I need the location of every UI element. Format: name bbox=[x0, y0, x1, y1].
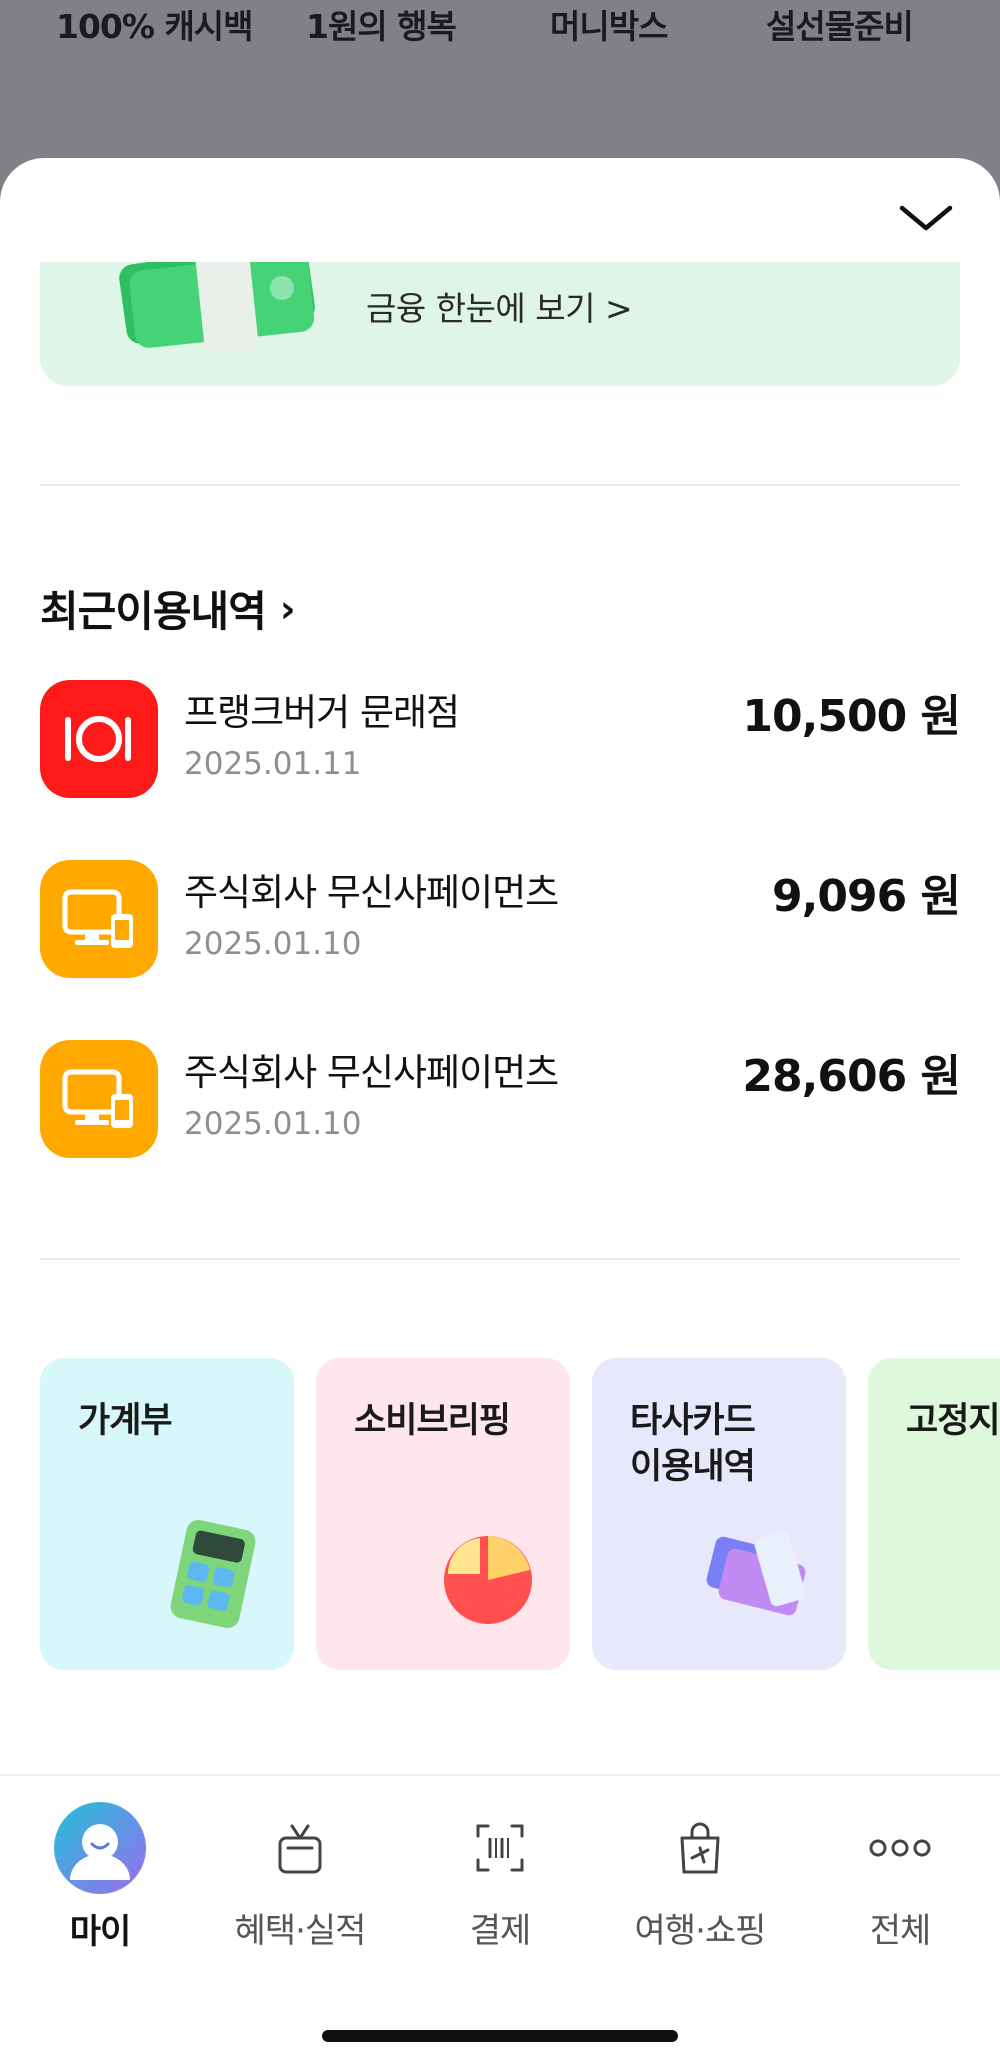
tab-label: 전체 bbox=[869, 1911, 932, 1951]
tab-label: 여행·쇼핑 bbox=[634, 1911, 767, 1951]
bg-menu-item: 100% 캐시백 bbox=[56, 7, 254, 46]
card-label: 소비브리핑 bbox=[354, 1401, 511, 1441]
merchant-name: 프랭크버거 문래점 bbox=[184, 691, 460, 734]
transaction-row[interactable]: 주식회사 무신사페이먼츠 2025.01.10 9,096 원 bbox=[40, 860, 961, 980]
section-title-text: 최근이용내역 bbox=[40, 587, 267, 636]
restaurant-icon bbox=[40, 680, 158, 798]
bottom-tab-bar: 마이 혜택·실적 결제 여행·쇼핑 전체 bbox=[0, 1774, 1000, 2060]
tab-label: 마이 bbox=[69, 1912, 132, 1952]
transaction-date: 2025.01.10 bbox=[184, 1106, 362, 1142]
online-payment-icon bbox=[40, 1040, 158, 1158]
transaction-amount: 9,096 원 bbox=[772, 871, 961, 922]
tab-travel-shopping[interactable]: 여행·쇼핑 bbox=[600, 1802, 800, 1952]
divider bbox=[40, 484, 960, 486]
gift-icon bbox=[254, 1802, 346, 1893]
online-payment-icon bbox=[40, 860, 158, 978]
barcode-scan-icon bbox=[454, 1802, 546, 1893]
card-label: 타사카드 이용내역 bbox=[630, 1401, 756, 1487]
chevron-down-icon[interactable] bbox=[896, 202, 956, 232]
tab-my[interactable]: 마이 bbox=[0, 1802, 200, 1952]
money-icon bbox=[970, 1514, 1000, 1634]
card-label: 가계부 bbox=[78, 1401, 173, 1441]
merchant-name: 주식회사 무신사페이먼츠 bbox=[184, 871, 559, 914]
bg-menu-item: 1원의 행복 bbox=[306, 7, 457, 46]
calculator-icon bbox=[170, 1520, 256, 1628]
card-receipt-icon bbox=[706, 1531, 806, 1616]
recent-transactions-title[interactable]: 최근이용내역 › bbox=[40, 578, 295, 639]
money-stack-icon bbox=[119, 262, 315, 352]
transaction-date: 2025.01.10 bbox=[184, 926, 362, 962]
card-label: 고정지 bbox=[906, 1401, 1000, 1441]
transaction-row[interactable]: 주식회사 무신사페이먼츠 2025.01.10 28,606 원 bbox=[40, 1040, 961, 1160]
bg-menu-item: 머니박스 bbox=[550, 7, 668, 46]
chevron-right-icon: › bbox=[279, 586, 296, 631]
card-fixed-expenses[interactable]: 고정지 bbox=[868, 1358, 1000, 1670]
tab-label: 결제 bbox=[469, 1911, 532, 1951]
home-indicator[interactable] bbox=[322, 2030, 678, 2042]
card-other-card-usage[interactable]: 타사카드 이용내역 bbox=[592, 1358, 846, 1670]
finance-overview-banner[interactable]: 금융 한눈에 보기 > bbox=[40, 262, 960, 386]
tab-payment[interactable]: 결제 bbox=[400, 1802, 600, 1952]
pie-chart-icon bbox=[444, 1536, 532, 1624]
tab-label: 혜택·실적 bbox=[234, 1911, 367, 1951]
tab-benefits[interactable]: 혜택·실적 bbox=[200, 1802, 400, 1952]
transaction-amount: 10,500 원 bbox=[742, 691, 961, 742]
finance-overview-link[interactable]: 금융 한눈에 보기 > bbox=[366, 282, 633, 330]
more-dots-icon bbox=[854, 1802, 946, 1893]
tab-all[interactable]: 전체 bbox=[800, 1802, 1000, 1952]
transaction-amount: 28,606 원 bbox=[742, 1051, 961, 1102]
bg-menu-item: 설선물준비 bbox=[766, 7, 914, 46]
card-household-ledger[interactable]: 가계부 bbox=[40, 1358, 294, 1670]
transaction-row[interactable]: 프랭크버거 문래점 2025.01.11 10,500 원 bbox=[40, 680, 961, 800]
feature-cards: 가계부 소비브리핑 타사카드 이용내역 고정지 bbox=[40, 1358, 1000, 1670]
divider bbox=[40, 1258, 960, 1260]
card-spending-briefing[interactable]: 소비브리핑 bbox=[316, 1358, 570, 1670]
merchant-name: 주식회사 무신사페이먼츠 bbox=[184, 1051, 559, 1094]
transaction-date: 2025.01.11 bbox=[184, 746, 362, 782]
shopping-bag-plane-icon bbox=[654, 1802, 746, 1893]
profile-avatar-icon bbox=[54, 1802, 146, 1894]
